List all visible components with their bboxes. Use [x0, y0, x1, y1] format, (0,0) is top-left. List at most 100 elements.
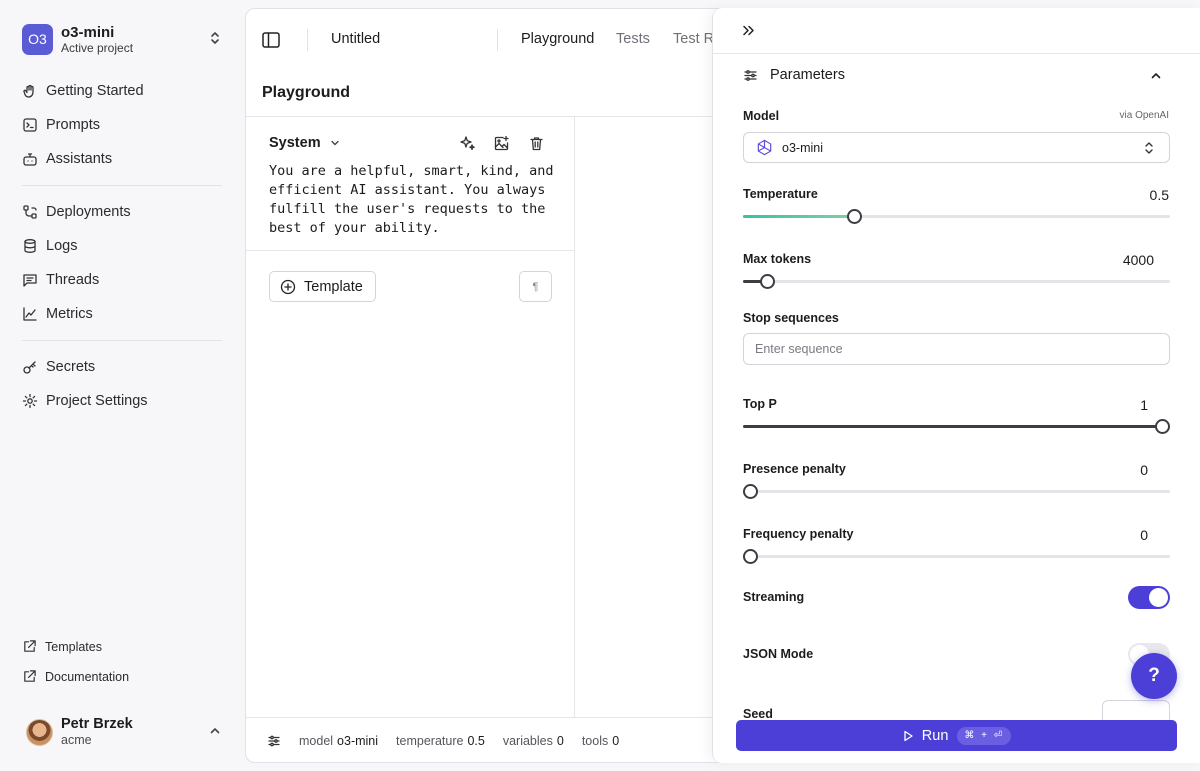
sidebar-item-project-settings[interactable]: Project Settings [22, 384, 222, 418]
presence-penalty-value: 0 [1140, 462, 1148, 478]
slider-track [743, 555, 1170, 558]
sidebar-toggle-icon[interactable] [261, 30, 281, 50]
sliders-icon[interactable] [267, 734, 281, 748]
slider-thumb[interactable] [743, 484, 758, 499]
sidebar-item-label: Logs [46, 238, 78, 254]
slider-fill [743, 425, 1162, 428]
sidebar-item-label: Project Settings [46, 393, 148, 409]
status-model-value: o3-mini [337, 734, 379, 748]
model-value: o3-mini [782, 140, 823, 155]
temperature-value: 0.5 [1149, 187, 1169, 203]
status-bar: model o3-mini temperature 0.5 variables 0 t… [246, 717, 716, 762]
json-mode-label: JSON Mode [743, 647, 814, 661]
sidebar-item-label: Secrets [46, 359, 96, 375]
sidebar-item-metrics[interactable]: Metrics [22, 297, 222, 331]
frequency-penalty-slider[interactable] [743, 548, 1170, 564]
sidebar: O3 o3-mini Active project Getting Starte… [0, 0, 244, 771]
sidebar-item-label: Assistants [46, 151, 113, 167]
chevron-down-icon [330, 140, 339, 146]
database-icon [24, 239, 36, 253]
bot-icon [23, 153, 37, 166]
nav-group-main: Getting Started Prompts Assistants Deplo… [22, 74, 222, 418]
help-button[interactable]: ? [1131, 653, 1177, 699]
hand-wave-icon [23, 84, 34, 98]
presence-penalty-slider[interactable] [743, 483, 1170, 499]
slider-thumb[interactable] [743, 549, 758, 564]
temperature-slider[interactable] [743, 208, 1170, 224]
model-select[interactable]: o3-mini [743, 132, 1170, 163]
openai-icon [757, 139, 772, 156]
toggle-knob [1149, 588, 1168, 607]
status-variables: variables 0 [503, 734, 564, 748]
line-chart-icon [23, 307, 37, 321]
sidebar-item-deployments[interactable]: Deployments [22, 195, 222, 229]
chevrons-up-down-icon [1145, 142, 1153, 154]
topbar-divider [307, 29, 308, 51]
parameters-section-header[interactable]: Parameters [743, 67, 1163, 83]
stop-sequence-input[interactable] [743, 333, 1170, 365]
status-tools: tools 0 [582, 734, 619, 748]
parameters-title: Parameters [770, 67, 845, 83]
sparkles-icon[interactable] [459, 135, 476, 152]
tab-test-runs[interactable]: Test R [673, 31, 714, 47]
role-selector[interactable]: System [269, 135, 341, 151]
max-tokens-slider[interactable] [743, 273, 1170, 289]
project-switcher[interactable]: O3 o3-mini Active project [22, 22, 222, 56]
nav-divider [22, 340, 222, 341]
templates-link[interactable]: Templates [22, 639, 102, 654]
user-menu[interactable]: Petr Brzek acme [26, 714, 222, 750]
avatar [26, 718, 53, 746]
chevrons-up-down-icon [211, 32, 219, 44]
slider-thumb[interactable] [759, 274, 775, 289]
sidebar-item-label: Prompts [46, 117, 100, 133]
external-link-icon [24, 640, 36, 652]
top-p-slider[interactable] [743, 418, 1170, 434]
presence-penalty-label: Presence penalty [743, 462, 846, 476]
status-temperature-key: temperature [396, 734, 464, 748]
status-variables-value: 0 [556, 734, 564, 748]
slider-thumb[interactable] [1155, 419, 1170, 434]
document-title[interactable]: Untitled [331, 31, 380, 47]
image-plus-icon[interactable] [493, 135, 510, 152]
gear-icon [22, 393, 38, 409]
sidebar-item-label: Getting Started [46, 83, 144, 99]
key-icon [23, 361, 36, 374]
top-p-value: 1 [1140, 397, 1148, 413]
chevrons-right-icon[interactable] [741, 23, 756, 38]
sidebar-item-label: Threads [46, 272, 100, 288]
max-tokens-value: 4000 [1122, 252, 1154, 268]
sidebar-item-prompts[interactable]: Prompts [22, 108, 222, 142]
terminal-square-icon [23, 118, 37, 132]
run-button[interactable]: Run ⌘ + ⏎ [736, 720, 1177, 751]
provider-note: via OpenAI [1119, 110, 1169, 121]
trash-icon[interactable] [528, 135, 545, 152]
sidebar-item-label: Metrics [46, 306, 93, 322]
project-subtitle: Active project [61, 40, 134, 55]
templates-link-label: Templates [45, 639, 102, 654]
sidebar-item-logs[interactable]: Logs [22, 229, 222, 263]
seed-label: Seed [743, 707, 773, 721]
status-tools-value: 0 [612, 734, 620, 748]
project-name: o3-mini [61, 23, 115, 41]
sidebar-item-getting-started[interactable]: Getting Started [22, 74, 222, 108]
sidebar-item-threads[interactable]: Threads [22, 263, 222, 297]
slider-thumb[interactable] [847, 209, 863, 224]
page-title: Playground [262, 84, 351, 101]
tab-playground[interactable]: Playground [521, 31, 594, 47]
stop-sequences-label: Stop sequences [743, 311, 839, 325]
template-button[interactable]: Template [269, 271, 376, 302]
tab-tests[interactable]: Tests [616, 31, 650, 47]
sidebar-item-assistants[interactable]: Assistants [22, 142, 222, 176]
status-model-key: model [299, 734, 334, 748]
streaming-toggle[interactable] [1128, 586, 1170, 609]
pilcrow-button[interactable]: ¶ [519, 271, 552, 302]
system-message-editor: System You are a helpful, smart, kind, a… [246, 117, 575, 717]
branches-icon [23, 205, 37, 219]
documentation-link[interactable]: Documentation [22, 669, 129, 684]
external-link-icon [24, 670, 36, 682]
status-model: model o3-mini [299, 734, 378, 748]
drawer-topbar [713, 8, 1200, 54]
system-prompt-text[interactable]: You are a helpful, smart, kind, and effi… [269, 162, 569, 238]
sidebar-item-secrets[interactable]: Secrets [22, 350, 222, 384]
nav-divider [22, 185, 222, 186]
